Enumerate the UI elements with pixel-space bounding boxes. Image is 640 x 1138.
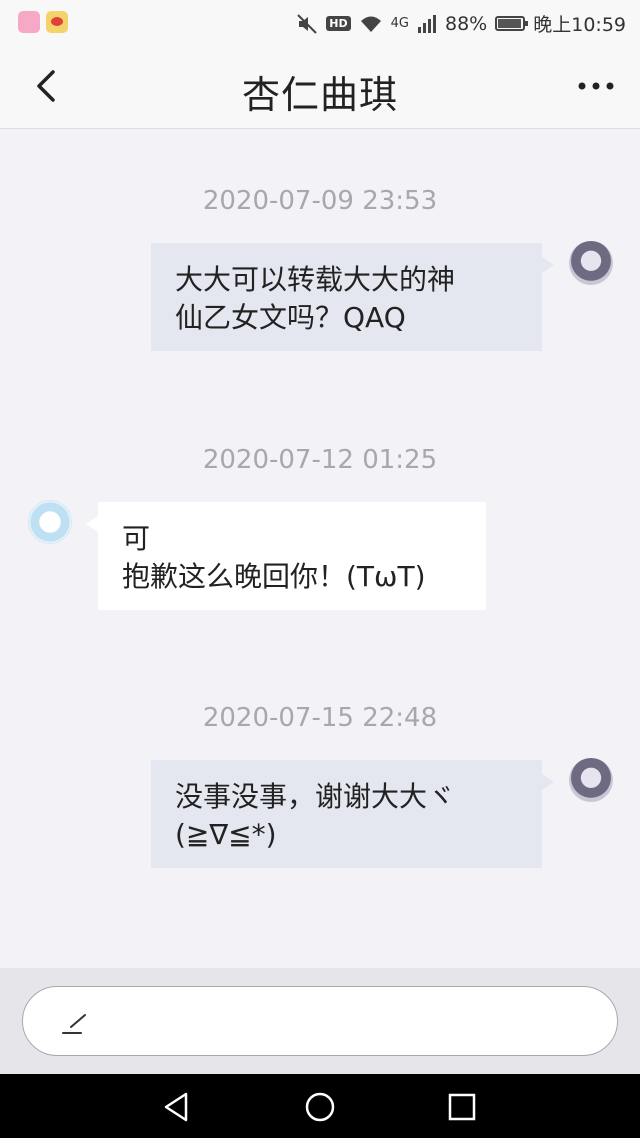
message-timestamp: 2020-07-09 23:53 — [202, 186, 438, 216]
mute-icon — [297, 13, 318, 34]
message-timestamp: 2020-07-12 01:25 — [202, 445, 438, 475]
triangle-back-icon — [164, 1092, 188, 1122]
avatar-self[interactable] — [569, 241, 613, 285]
hd-icon: HD — [326, 16, 351, 31]
network-type: 4G — [390, 16, 409, 31]
more-dots-icon — [578, 82, 614, 90]
page-title: 杏仁曲琪 — [241, 73, 398, 117]
avatar-contact[interactable] — [28, 500, 72, 544]
wifi-icon — [360, 16, 381, 32]
message-bubble-incoming[interactable]: 可 抱歉这么晚回你！(TωT) — [86, 502, 486, 610]
chat-header: 杏仁曲琪 — [0, 44, 640, 129]
notification-icons — [18, 11, 68, 33]
weibo-icon — [46, 11, 68, 33]
status-bar: HD 4G 88% 晚上10:59 — [0, 0, 640, 44]
system-nav-bar — [0, 1074, 640, 1138]
circle-home-icon — [305, 1092, 335, 1122]
signal-icon — [418, 14, 436, 33]
battery-percent: 88% — [445, 12, 488, 35]
nav-home-button[interactable] — [303, 1090, 337, 1124]
message-timestamp: 2020-07-15 22:48 — [202, 703, 438, 733]
message-input[interactable] — [22, 986, 618, 1056]
more-button[interactable] — [574, 68, 618, 104]
pen-icon — [62, 1014, 86, 1034]
clock: 晚上10:59 — [533, 14, 626, 36]
nav-back-button[interactable] — [160, 1090, 194, 1124]
message-bubble-outgoing[interactable]: 大大可以转载大大的神 仙乙女文吗？QAQ — [151, 243, 554, 351]
battery-icon — [495, 16, 529, 31]
message-bubble-outgoing[interactable]: 没事没事，谢谢大大ヾ (≧∇≦*) — [151, 760, 554, 868]
nav-recents-button[interactable] — [445, 1090, 479, 1124]
app-icon — [18, 11, 40, 33]
input-bar — [0, 968, 640, 1074]
avatar-self[interactable] — [569, 758, 613, 802]
square-recents-icon — [448, 1093, 476, 1121]
system-indicators: HD 4G 88% 晚上10:59 — [296, 10, 626, 37]
